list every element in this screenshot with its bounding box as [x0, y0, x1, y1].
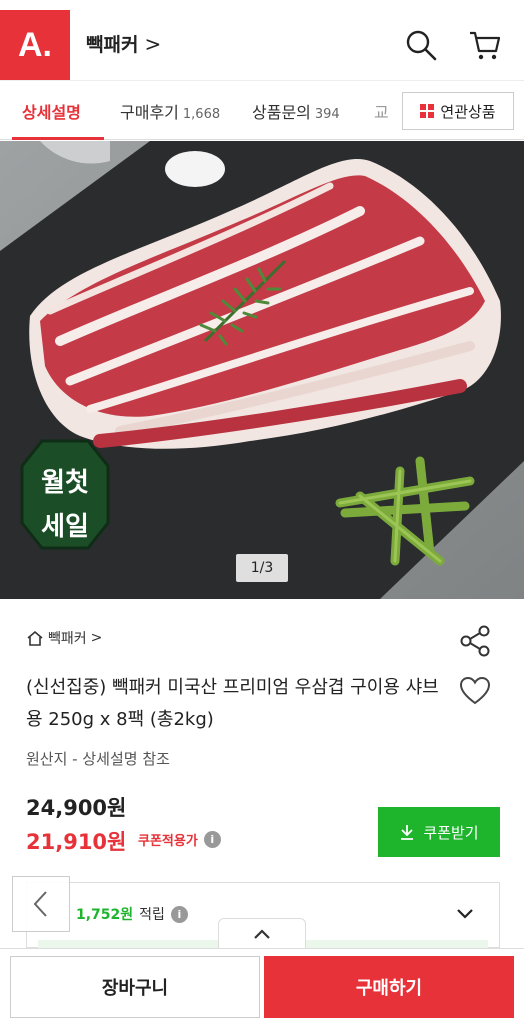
sale-badge-line-1: 월첫: [41, 468, 89, 498]
get-coupon-label: 쿠폰받기: [423, 823, 479, 842]
product-page: A. 빽패커 > 상세설명 구매후기1,668 상품문의394 교 연관상품: [0, 0, 524, 1024]
back-button[interactable]: [12, 876, 70, 932]
store-link[interactable]: 빽패커 >: [86, 30, 161, 57]
search-icon[interactable]: [404, 28, 438, 62]
related-products-label: 연관상품: [440, 102, 496, 121]
reward-label: 적립: [139, 907, 165, 923]
buy-now-button[interactable]: 구매하기: [264, 956, 514, 1018]
tab-description[interactable]: 상세설명: [22, 99, 81, 123]
sale-badge-line-2: 세일: [41, 512, 89, 542]
breadcrumb[interactable]: 빽패커 >: [26, 628, 102, 648]
share-icon[interactable]: [458, 624, 492, 658]
product-photo: 월첫 세일: [0, 141, 524, 599]
app-header: A. 빽패커 >: [0, 0, 524, 80]
origin-info: 원산지 - 상세설명 참조: [26, 750, 170, 768]
home-icon: [27, 630, 43, 646]
related-products-button[interactable]: 연관상품: [402, 92, 514, 130]
expand-panel-handle[interactable]: [218, 918, 306, 948]
chevron-right-icon: >: [90, 630, 103, 646]
tab-reviews[interactable]: 구매후기 1,668: [120, 99, 220, 123]
coupon-price-label: 쿠폰적용가: [138, 834, 198, 849]
info-icon[interactable]: i: [170, 905, 188, 923]
chevron-left-icon: [33, 891, 47, 917]
product-title: (신선집중) 빽패커 미국산 프리미엄 우삼겹 구이용 샤브용 250g x 8…: [26, 677, 439, 730]
image-counter: 1/3: [236, 554, 288, 582]
get-coupon-button[interactable]: 쿠폰받기: [378, 807, 500, 857]
breadcrumb-store: 빽패커: [48, 631, 87, 647]
coupon-price-note: 쿠폰적용가 i: [138, 830, 221, 849]
chevron-down-icon[interactable]: [454, 902, 476, 924]
reward-amount: 1,752원: [76, 907, 134, 923]
tab-exchange[interactable]: 교: [374, 99, 398, 123]
chevron-right-icon: >: [144, 31, 162, 56]
download-icon: [401, 825, 414, 840]
active-tab-indicator: [12, 137, 104, 140]
add-to-cart-button[interactable]: 장바구니: [10, 956, 260, 1018]
tab-inquiries[interactable]: 상품문의 394: [252, 99, 340, 123]
product-image-carousel[interactable]: 월첫 세일: [0, 141, 524, 599]
tab-label: 상품문의: [252, 103, 311, 122]
tab-label: 상세설명: [22, 103, 81, 122]
cart-icon[interactable]: [468, 28, 502, 62]
reward-points: 1,752원 적립 i: [76, 904, 188, 924]
grid-icon: [420, 104, 435, 118]
tab-count: 394: [314, 107, 340, 122]
tab-count: 1,668: [182, 107, 221, 122]
heart-icon[interactable]: [458, 674, 492, 708]
original-price: 24,900원: [26, 796, 127, 820]
info-icon[interactable]: i: [203, 831, 221, 848]
sale-price: 21,910원: [26, 830, 127, 854]
store-name: 빽패커: [86, 34, 139, 56]
logo[interactable]: A.: [0, 10, 70, 80]
chevron-up-icon: [254, 928, 270, 939]
tab-label: 구매후기: [120, 103, 179, 122]
